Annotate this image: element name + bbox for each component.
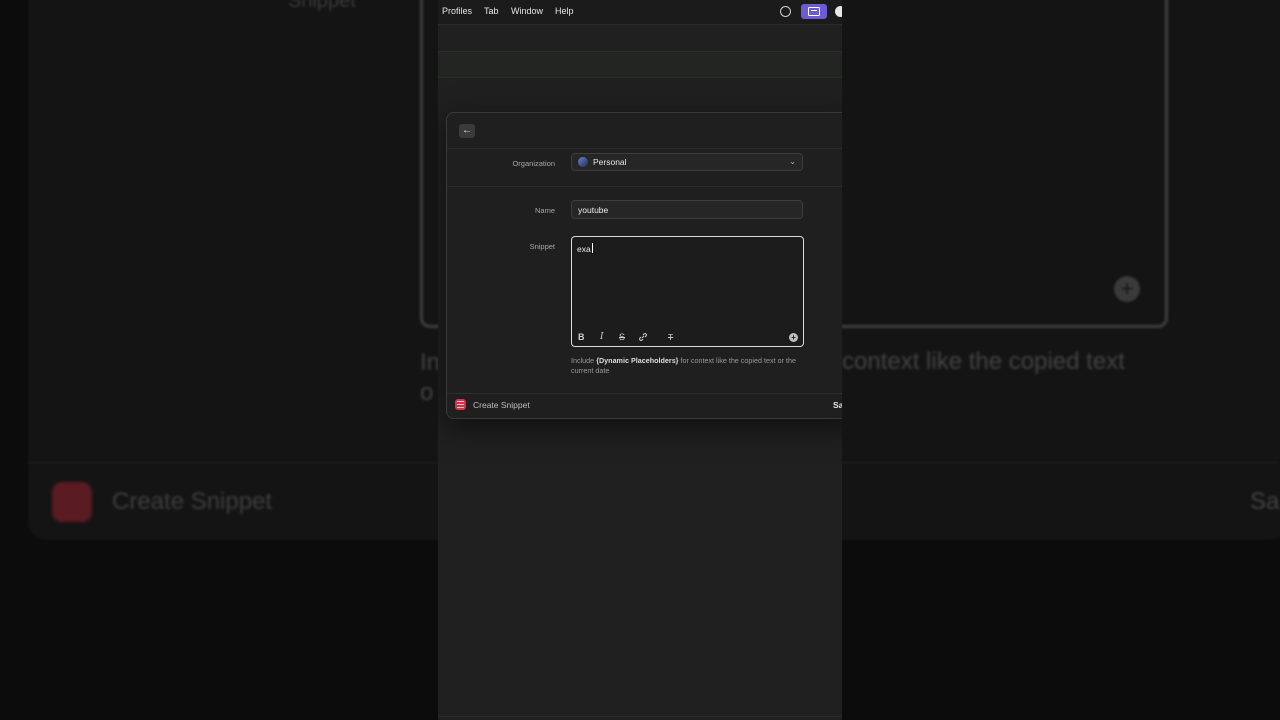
bottom-divider <box>438 716 842 717</box>
organization-label: Organization <box>512 159 555 168</box>
app-logo-icon <box>455 399 466 410</box>
organization-avatar-icon <box>578 157 588 167</box>
text-caret <box>591 243 593 253</box>
add-placeholder-icon[interactable]: + <box>789 333 798 342</box>
footer-divider <box>447 393 842 394</box>
menu-profiles[interactable]: Profiles <box>442 6 472 16</box>
bg-hint-left: In o <box>420 349 441 406</box>
strikethrough-icon[interactable]: S <box>619 332 625 342</box>
create-snippet-dialog: ← Organization Personal ⌄ Name youtube S… <box>446 112 842 419</box>
bg-hint-right: context like the copied text <box>842 348 1125 375</box>
save-button[interactable]: Sa <box>833 400 842 410</box>
status-icon[interactable] <box>780 6 791 17</box>
snippet-label: Snippet <box>529 242 555 251</box>
organization-select[interactable]: Personal ⌄ <box>571 153 803 171</box>
app-window: Profiles Tab Window Help ← Organization … <box>438 0 842 720</box>
name-input[interactable]: youtube <box>571 200 803 219</box>
snippet-text: exa <box>577 243 593 254</box>
organization-value: Personal <box>593 157 627 167</box>
control-center-icon[interactable] <box>835 6 842 17</box>
org-divider <box>447 186 842 187</box>
bg-save-label: Sa <box>1250 488 1280 515</box>
snippet-editor[interactable]: exa B I S T + <box>571 236 804 347</box>
bold-icon[interactable]: B <box>578 332 585 342</box>
bg-title: Snippet <box>288 0 356 12</box>
chevron-down-icon: ⌄ <box>789 157 796 166</box>
clear-format-icon[interactable]: T <box>668 332 673 342</box>
bg-logo-icon <box>52 482 92 522</box>
toolbar-strip <box>438 52 842 78</box>
back-arrow-icon[interactable]: ← <box>459 124 475 138</box>
menu-help[interactable]: Help <box>555 6 574 16</box>
header-divider <box>447 148 842 149</box>
name-label: Name <box>534 206 555 215</box>
placeholder-hint: Include {Dynamic Placeholders} for conte… <box>571 356 796 375</box>
bg-plus-icon: + <box>1114 276 1140 302</box>
footer-title: Create Snippet <box>473 400 530 410</box>
link-icon[interactable] <box>638 332 648 344</box>
menu-tab[interactable]: Tab <box>484 6 499 16</box>
screen-record-icon[interactable] <box>801 4 827 19</box>
italic-icon[interactable]: I <box>600 332 604 342</box>
bg-create-label: Create Snippet <box>112 488 273 515</box>
menu-window[interactable]: Window <box>511 6 543 16</box>
menubar: Profiles Tab Window Help <box>438 0 842 25</box>
dynamic-placeholders-link[interactable]: {Dynamic Placeholders} <box>596 356 678 365</box>
